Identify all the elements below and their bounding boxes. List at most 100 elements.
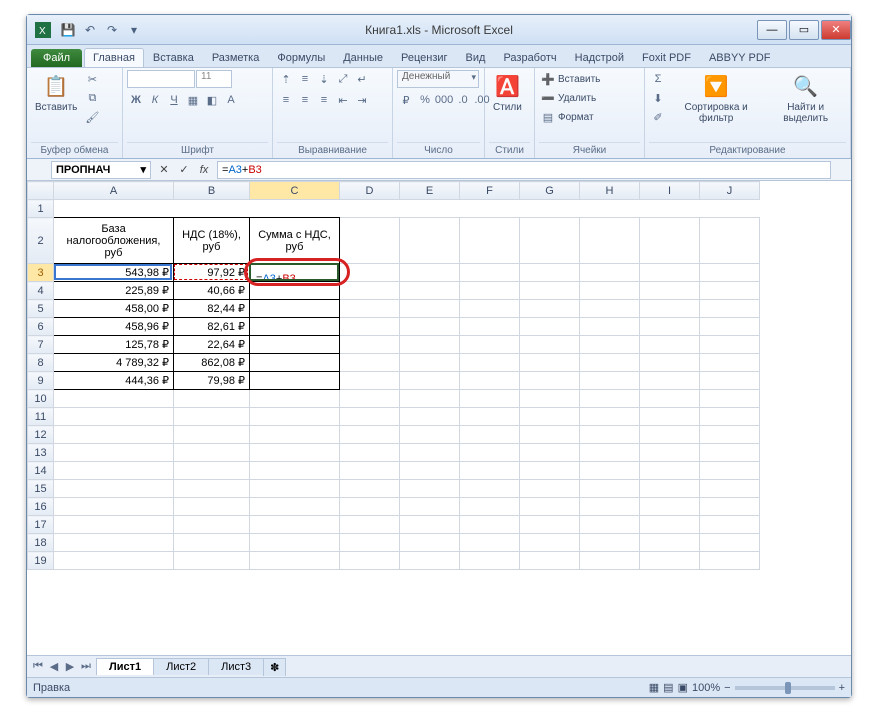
row-header-9[interactable]: 9 bbox=[28, 372, 54, 390]
row-header-15[interactable]: 15 bbox=[28, 480, 54, 498]
cell-E1[interactable] bbox=[400, 200, 460, 218]
cell-J1[interactable] bbox=[700, 200, 760, 218]
cell-E13[interactable] bbox=[400, 444, 460, 462]
sheet-nav-prev[interactable]: ◀ bbox=[47, 660, 61, 673]
cell-A14[interactable] bbox=[54, 462, 174, 480]
cell-C8[interactable] bbox=[250, 354, 340, 372]
cell-J14[interactable] bbox=[700, 462, 760, 480]
cell-A18[interactable] bbox=[54, 534, 174, 552]
cell-B19[interactable] bbox=[174, 552, 250, 570]
delete-cells-label[interactable]: Удалить bbox=[558, 93, 596, 104]
cell-F12[interactable] bbox=[460, 426, 520, 444]
align-right-icon[interactable]: ≡ bbox=[315, 91, 333, 109]
cell-I8[interactable] bbox=[640, 354, 700, 372]
view-normal-icon[interactable]: ▦ bbox=[649, 681, 659, 694]
cell-C10[interactable] bbox=[250, 390, 340, 408]
cell-I18[interactable] bbox=[640, 534, 700, 552]
col-header-G[interactable]: G bbox=[520, 182, 580, 200]
cell-F3[interactable] bbox=[460, 264, 520, 282]
minimize-button[interactable]: — bbox=[757, 20, 787, 40]
cell-E11[interactable] bbox=[400, 408, 460, 426]
cell-D12[interactable] bbox=[340, 426, 400, 444]
cell-B7[interactable]: 22,64 ₽ bbox=[174, 336, 250, 354]
row-header-17[interactable]: 17 bbox=[28, 516, 54, 534]
cell-C19[interactable] bbox=[250, 552, 340, 570]
close-button[interactable]: ✕ bbox=[821, 20, 851, 40]
merge-icon[interactable]: ⇥ bbox=[353, 91, 371, 109]
zoom-out-button[interactable]: − bbox=[724, 682, 730, 694]
cell-F10[interactable] bbox=[460, 390, 520, 408]
row-header-1[interactable]: 1 bbox=[28, 200, 54, 218]
tab-formulas[interactable]: Формулы bbox=[268, 48, 334, 67]
cell-E9[interactable] bbox=[400, 372, 460, 390]
cell-B18[interactable] bbox=[174, 534, 250, 552]
cell-A4[interactable]: 225,89 ₽ bbox=[54, 282, 174, 300]
cut-icon[interactable]: ✂ bbox=[83, 70, 101, 88]
cell-D10[interactable] bbox=[340, 390, 400, 408]
cell-C3[interactable]: =A3+B3 bbox=[250, 264, 340, 282]
tab-layout[interactable]: Разметка bbox=[203, 48, 269, 67]
sheet-nav-first[interactable]: ⏮ bbox=[31, 660, 45, 673]
cell-G1[interactable] bbox=[520, 200, 580, 218]
format-cells-label[interactable]: Формат bbox=[558, 112, 594, 123]
cell-H16[interactable] bbox=[580, 498, 640, 516]
cell-C1[interactable] bbox=[250, 200, 340, 218]
cell-G11[interactable] bbox=[520, 408, 580, 426]
copy-icon[interactable]: ⧉ bbox=[83, 89, 101, 107]
cell-F16[interactable] bbox=[460, 498, 520, 516]
cell-E10[interactable] bbox=[400, 390, 460, 408]
cell-G12[interactable] bbox=[520, 426, 580, 444]
tab-abbyy[interactable]: ABBYY PDF bbox=[700, 48, 780, 67]
autosum-icon[interactable]: Σ bbox=[649, 70, 667, 88]
align-center-icon[interactable]: ≡ bbox=[296, 91, 314, 109]
cell-H2[interactable] bbox=[580, 218, 640, 264]
cell-E3[interactable] bbox=[400, 264, 460, 282]
tab-review[interactable]: Рецензиг bbox=[392, 48, 457, 67]
qat-dropdown-icon[interactable]: ▾ bbox=[125, 21, 143, 39]
cell-D1[interactable] bbox=[340, 200, 400, 218]
cell-E5[interactable] bbox=[400, 300, 460, 318]
wrap-text-icon[interactable]: ↵ bbox=[353, 70, 371, 88]
cell-B6[interactable]: 82,61 ₽ bbox=[174, 318, 250, 336]
cell-G4[interactable] bbox=[520, 282, 580, 300]
cell-G6[interactable] bbox=[520, 318, 580, 336]
font-size-combo[interactable]: 11 bbox=[196, 70, 232, 88]
cell-J16[interactable] bbox=[700, 498, 760, 516]
cell-H11[interactable] bbox=[580, 408, 640, 426]
cell-I19[interactable] bbox=[640, 552, 700, 570]
cell-G17[interactable] bbox=[520, 516, 580, 534]
cell-H5[interactable] bbox=[580, 300, 640, 318]
col-header-E[interactable]: E bbox=[400, 182, 460, 200]
cell-C15[interactable] bbox=[250, 480, 340, 498]
tab-data[interactable]: Данные bbox=[334, 48, 392, 67]
bold-button[interactable]: Ж bbox=[127, 91, 145, 109]
cell-H10[interactable] bbox=[580, 390, 640, 408]
cell-B3[interactable]: 97,92 ₽ bbox=[174, 264, 250, 282]
enter-formula-button[interactable]: ✓ bbox=[175, 161, 193, 179]
cell-J15[interactable] bbox=[700, 480, 760, 498]
cell-D7[interactable] bbox=[340, 336, 400, 354]
cell-I1[interactable] bbox=[640, 200, 700, 218]
cell-C11[interactable] bbox=[250, 408, 340, 426]
cell-I3[interactable] bbox=[640, 264, 700, 282]
cell-B14[interactable] bbox=[174, 462, 250, 480]
col-header-C[interactable]: C bbox=[250, 182, 340, 200]
col-header-I[interactable]: I bbox=[640, 182, 700, 200]
cell-I15[interactable] bbox=[640, 480, 700, 498]
cell-H19[interactable] bbox=[580, 552, 640, 570]
cell-J17[interactable] bbox=[700, 516, 760, 534]
cell-A11[interactable] bbox=[54, 408, 174, 426]
cell-J11[interactable] bbox=[700, 408, 760, 426]
cell-C9[interactable] bbox=[250, 372, 340, 390]
cell-A8[interactable]: 4 789,32 ₽ bbox=[54, 354, 174, 372]
tab-addins[interactable]: Надстрой bbox=[566, 48, 633, 67]
tab-home[interactable]: Главная bbox=[84, 48, 144, 67]
cell-A3[interactable]: 543,98 ₽ bbox=[54, 264, 174, 282]
name-box-dropdown-icon[interactable]: ▾ bbox=[140, 163, 146, 176]
cell-A9[interactable]: 444,36 ₽ bbox=[54, 372, 174, 390]
cell-D18[interactable] bbox=[340, 534, 400, 552]
cell-A16[interactable] bbox=[54, 498, 174, 516]
cell-D11[interactable] bbox=[340, 408, 400, 426]
font-color-button[interactable]: A bbox=[222, 91, 240, 109]
tab-view[interactable]: Вид bbox=[457, 48, 495, 67]
